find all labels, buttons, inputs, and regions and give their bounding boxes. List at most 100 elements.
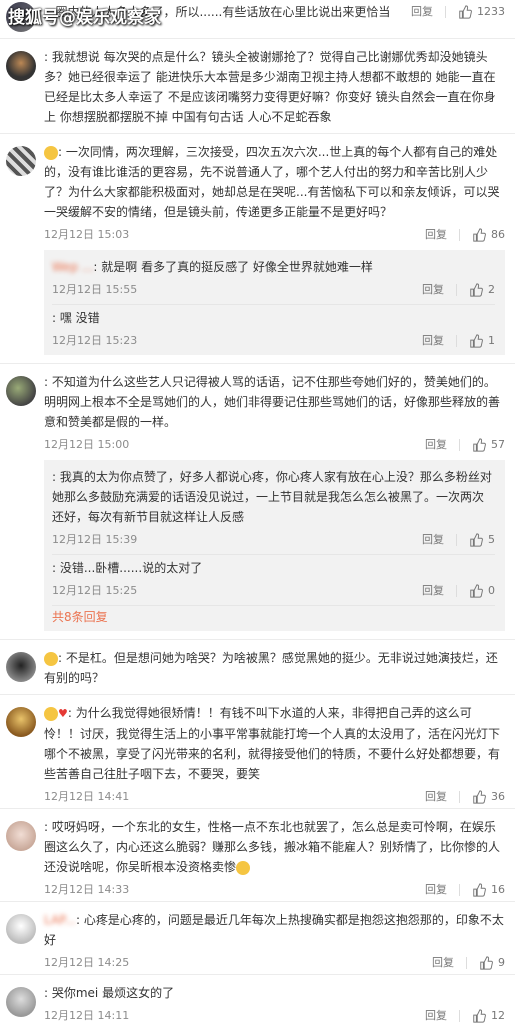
comment-item: ♥: 为什么我觉得她很矫情！！有钱不叫下水道的人来，非得把自己弄的这么可怜！！讨… <box>0 695 515 809</box>
reply-label: 回复 <box>425 228 447 241</box>
reply-button[interactable]: 回复 <box>422 331 444 351</box>
like-button[interactable]: 2 <box>469 280 495 300</box>
reply-item: : 嘿 没错 12月12日 15:23 回复 1 <box>52 305 495 355</box>
emoji-icon <box>44 706 58 721</box>
like-count: 16 <box>491 883 505 896</box>
comment-text: 不是杠。但是想问她为啥哭？为啥被黑？感觉黑她的挺少。无非说过她演技烂，还有别的吗… <box>44 651 498 685</box>
like-count: 0 <box>488 584 495 597</box>
like-button[interactable]: 86 <box>472 225 505 245</box>
comment-time: 12月12日 15:03 <box>44 228 130 241</box>
like-count: 9 <box>498 956 505 969</box>
reply-label: 回复 <box>422 584 444 597</box>
comment-text: 不知道为什么这些艺人只记得被人骂的话语，记不住那些夸她们好的，赞美她们的。明明网… <box>44 375 501 429</box>
comment-time: 12月12日 14:41 <box>44 790 130 803</box>
reply-button[interactable]: 回复 <box>425 1006 447 1026</box>
thumb-up-icon <box>472 790 486 804</box>
comment-text: 哎呀妈呀，一个东北的女生，性格一点不东北也就罢了，怎么总是卖可怜啊，在娱乐圈这么… <box>44 820 501 874</box>
comment-time: 12月12日 14:25 <box>44 956 130 969</box>
username[interactable]: LAP... <box>44 913 76 927</box>
reply-button[interactable]: 回复 <box>422 530 444 550</box>
avatar[interactable] <box>6 914 36 944</box>
thumb-up-icon <box>469 533 483 547</box>
reply-text: 嘿 没错 <box>59 311 100 325</box>
avatar[interactable] <box>6 821 36 851</box>
like-button[interactable]: 1233 <box>458 2 505 22</box>
reply-item: : 没错...卧槽......说的太对了 12月12日 15:25 回复 0 <box>52 555 495 606</box>
comment-time: 12月12日 14:11 <box>44 1009 130 1022</box>
smile-emoji-icon <box>236 860 251 875</box>
reply-button[interactable]: 回复 <box>432 953 454 973</box>
thumb-up-icon <box>469 283 483 297</box>
thumb-up-icon <box>472 228 486 242</box>
like-button[interactable]: 57 <box>472 435 505 455</box>
reply-button[interactable]: 回复 <box>411 2 433 22</box>
avatar[interactable] <box>6 987 36 1017</box>
emoji-icon <box>44 651 58 666</box>
more-replies-link[interactable]: 共8条回复 <box>52 606 495 631</box>
reply-username[interactable]: Wep ... <box>52 260 93 274</box>
thumb-up-icon <box>472 438 486 452</box>
thumb-up-icon <box>458 5 472 19</box>
reply-text: 没错...卧槽......说的太对了 <box>59 561 203 575</box>
like-count: 86 <box>491 228 505 241</box>
reply-label: 回复 <box>411 5 433 18</box>
like-count: 36 <box>491 790 505 803</box>
heart-icon: ♥ <box>58 707 68 720</box>
comment-item: : 我就想说 每次哭的点是什么？镜头全被谢娜抢了？觉得自己比谢娜优秀却没她镜头多… <box>0 39 515 134</box>
comment-item: : 一次同情，两次理解，三次接受，四次五次六次...世上真的每个人都有自己的难处… <box>0 134 515 364</box>
avatar[interactable] <box>6 707 36 737</box>
comment-time: 12月12日 14:33 <box>44 883 130 896</box>
reply-thread: : 我真的太为你点赞了，好多人都说心疼，你心疼人家有放在心上没？那么多粉丝对她那… <box>44 460 505 631</box>
reply-text: 就是啊 看多了真的挺反感了 好像全世界就她难一样 <box>101 260 373 274</box>
like-button[interactable]: 0 <box>469 581 495 601</box>
comment-item: : 哎呀妈呀，一个东北的女生，性格一点不东北也就罢了，怎么总是卖可怜啊，在娱乐圈… <box>0 809 515 902</box>
reply-label: 回复 <box>425 1009 447 1022</box>
comment-item: LAP...: 心疼是心疼的，问题是最近几年每次上热搜确实都是抱怨这抱怨那的，印… <box>0 902 515 975</box>
avatar[interactable] <box>6 146 36 176</box>
reply-time: 12月12日 15:25 <box>52 584 138 597</box>
watermark: 搜狐号@娱乐观察家 <box>8 8 161 28</box>
like-button[interactable]: 9 <box>479 953 505 973</box>
like-button[interactable]: 5 <box>469 530 495 550</box>
comment-text: 心疼是心疼的，问题是最近几年每次上热搜确实都是抱怨这抱怨那的，印象不太好 <box>44 913 504 947</box>
like-count: 57 <box>491 438 505 451</box>
reply-label: 回复 <box>422 334 444 347</box>
reply-button[interactable]: 回复 <box>425 225 447 245</box>
comment-item: : 不知道为什么这些艺人只记得被人骂的话语，记不住那些夸她们好的，赞美她们的。明… <box>0 364 515 640</box>
like-count: 12 <box>491 1009 505 1022</box>
reply-item: Wep ...: 就是啊 看多了真的挺反感了 好像全世界就她难一样 12月12日… <box>52 254 495 305</box>
comment-item: : 哭你mei 最烦这女的了 12月12日 14:11 回复 12 <box>0 975 515 1027</box>
reply-button[interactable]: 回复 <box>422 581 444 601</box>
like-count: 1 <box>488 334 495 347</box>
comment-text: 为什么我觉得她很矫情！！有钱不叫下水道的人来，非得把自己弄的这么可怜！！讨厌，我… <box>44 706 501 781</box>
reply-time: 12月12日 15:23 <box>52 334 138 347</box>
reply-thread: Wep ...: 就是啊 看多了真的挺反感了 好像全世界就她难一样 12月12日… <box>44 250 505 355</box>
reply-button[interactable]: 回复 <box>425 880 447 900</box>
reply-button[interactable]: 回复 <box>425 787 447 807</box>
thumb-up-icon <box>472 883 486 897</box>
avatar[interactable] <box>6 652 36 682</box>
comment-text: 一次同情，两次理解，三次接受，四次五次六次...世上真的每个人都有自己的难处的，… <box>44 145 500 219</box>
reply-label: 回复 <box>425 790 447 803</box>
thumb-up-icon <box>472 1009 486 1023</box>
comment-text: 哭你mei 最烦这女的了 <box>51 986 175 1000</box>
reply-label: 回复 <box>432 956 454 969</box>
like-button[interactable]: 36 <box>472 787 505 807</box>
reply-label: 回复 <box>422 283 444 296</box>
like-count: 1233 <box>477 5 505 18</box>
thumb-up-icon <box>469 334 483 348</box>
reply-button[interactable]: 回复 <box>425 435 447 455</box>
reply-text: 我真的太为你点赞了，好多人都说心疼，你心疼人家有放在心上没？那么多粉丝对她那么多… <box>52 470 492 524</box>
comment-item: : 不是杠。但是想问她为啥哭？为啥被黑？感觉黑她的挺少。无非说过她演技烂，还有别… <box>0 640 515 695</box>
reply-item: : 我真的太为你点赞了，好多人都说心疼，你心疼人家有放在心上没？那么多粉丝对她那… <box>52 464 495 555</box>
comment-text: 我就想说 每次哭的点是什么？镜头全被谢娜抢了？觉得自己比谢娜优秀却没她镜头多？她… <box>44 50 496 124</box>
avatar[interactable] <box>6 376 36 406</box>
reply-label: 回复 <box>425 438 447 451</box>
like-button[interactable]: 12 <box>472 1006 505 1026</box>
reply-time: 12月12日 15:55 <box>52 283 138 296</box>
avatar[interactable] <box>6 51 36 81</box>
comment-time: 12月12日 15:00 <box>44 438 130 451</box>
reply-button[interactable]: 回复 <box>422 280 444 300</box>
like-button[interactable]: 1 <box>469 331 495 351</box>
like-button[interactable]: 16 <box>472 880 505 900</box>
